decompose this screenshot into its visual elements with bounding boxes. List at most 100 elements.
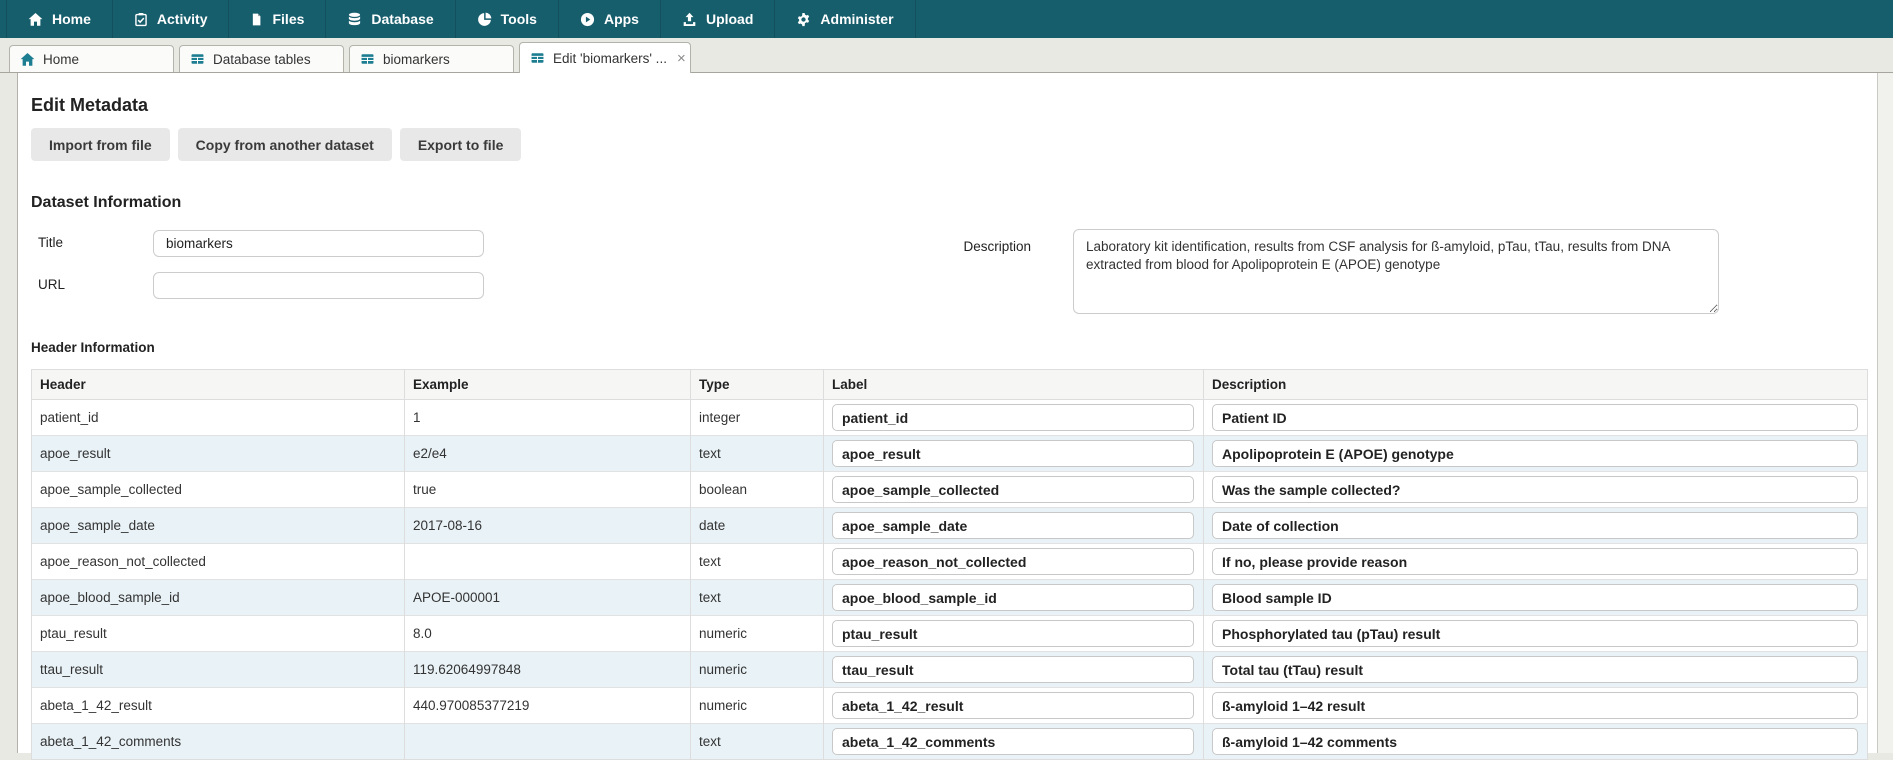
label-input[interactable] [832, 656, 1194, 683]
description-input[interactable] [1212, 476, 1858, 503]
tab-biomarkers[interactable]: biomarkers [349, 45, 514, 72]
nav-item-files[interactable]: Files [229, 0, 326, 38]
description-input[interactable] [1212, 692, 1858, 719]
table-icon [360, 52, 375, 66]
table-icon [190, 52, 205, 66]
type-cell: text [699, 446, 721, 461]
table-row: patient_id1integer [32, 400, 1868, 436]
type-cell: numeric [699, 626, 747, 641]
nav-item-label: Tools [501, 11, 537, 27]
tab-edit-biomarkers[interactable]: Edit 'biomarkers' ...× [519, 42, 691, 73]
table-row: apoe_sample_date 2017-08-16 date [32, 508, 1868, 544]
description-input[interactable] [1212, 548, 1858, 575]
nav-item-label: Administer [820, 11, 893, 27]
example-cell: 1 [413, 410, 421, 425]
gear-icon [796, 12, 811, 27]
example-cell: APOE-000001 [413, 590, 500, 605]
description-input[interactable] [1212, 404, 1858, 431]
nav-item-administer[interactable]: Administer [775, 0, 915, 38]
pie-chart-icon [477, 12, 492, 27]
column-header-example: Example [405, 370, 691, 400]
database-icon [347, 12, 362, 27]
description-label: Description [911, 239, 1031, 254]
scrollbar[interactable] [1877, 73, 1893, 753]
table-row: apoe_sample_collectedtrueboolean [32, 472, 1868, 508]
type-cell: date [699, 518, 725, 533]
nav-item-activity[interactable]: Activity [113, 0, 230, 38]
nav-item-label: Apps [604, 11, 639, 27]
table-row: ttau_result119.62064997848numeric [32, 652, 1868, 688]
label-input[interactable] [832, 512, 1194, 539]
nav-item-home[interactable]: Home [6, 0, 113, 38]
description-input[interactable] [1212, 512, 1858, 539]
header-cell: ttau_result [40, 662, 103, 677]
description-input[interactable] [1212, 620, 1858, 647]
clipboard-check-icon [134, 12, 148, 27]
column-header-type: Type [691, 370, 824, 400]
example-cell: e2/e4 [413, 446, 447, 461]
tab-home[interactable]: Home [9, 45, 174, 72]
label-input[interactable] [832, 692, 1194, 719]
label-input[interactable] [832, 728, 1194, 755]
export-to-file-button[interactable]: Export to file [400, 128, 522, 161]
header-cell: apoe_blood_sample_id [40, 590, 180, 605]
nav-item-label: Home [52, 11, 91, 27]
label-input[interactable] [832, 620, 1194, 647]
nav-item-database[interactable]: Database [326, 0, 455, 38]
label-input[interactable] [832, 548, 1194, 575]
description-input[interactable] [1212, 656, 1858, 683]
header-cell: apoe_reason_not_collected [40, 554, 206, 569]
nav-item-label: Files [272, 11, 304, 27]
title-input[interactable] [153, 230, 484, 257]
description-input[interactable] [1212, 440, 1858, 467]
example-cell: 8.0 [413, 626, 432, 641]
type-cell: boolean [699, 482, 747, 497]
label-input[interactable] [832, 440, 1194, 467]
table-row: apoe_blood_sample_id APOE-000001 text [32, 580, 1868, 616]
play-circle-icon [580, 12, 595, 27]
nav-item-tools[interactable]: Tools [456, 0, 559, 38]
type-cell: numeric [699, 662, 747, 677]
tab-label: Home [43, 52, 79, 67]
label-input[interactable] [832, 584, 1194, 611]
tab-database-tables[interactable]: Database tables [179, 45, 344, 72]
example-cell: 2017-08-16 [413, 518, 482, 533]
description-textarea[interactable]: Laboratory kit identification, results f… [1073, 229, 1719, 314]
header-cell: abeta_1_42_result [40, 698, 152, 713]
title-label: Title [38, 235, 63, 250]
tab-label: biomarkers [383, 52, 450, 67]
nav-item-label: Database [371, 11, 433, 27]
type-cell: text [699, 734, 721, 749]
description-input[interactable] [1212, 584, 1858, 611]
url-label: URL [38, 277, 65, 292]
type-cell: text [699, 554, 721, 569]
main-content: Edit Metadata Import from file Copy from… [17, 73, 1893, 753]
table-row: apoe_reason_not_collected text [32, 544, 1868, 580]
type-cell: text [699, 590, 721, 605]
header-cell: apoe_sample_date [40, 518, 155, 533]
description-input[interactable] [1212, 728, 1858, 755]
tab-label: Database tables [213, 52, 311, 67]
table-body: patient_id1integerapoe_resulte2/e4textap… [32, 400, 1868, 760]
nav-item-upload[interactable]: Upload [661, 0, 775, 38]
column-header-label: Label [824, 370, 1204, 400]
header-cell: apoe_result [40, 446, 111, 461]
table-row: apoe_result e2/e4 text [32, 436, 1868, 472]
url-input[interactable] [153, 272, 484, 299]
header-cell: apoe_sample_collected [40, 482, 182, 497]
table-row: ptau_result8.0numeric [32, 616, 1868, 652]
label-input[interactable] [832, 404, 1194, 431]
close-icon[interactable]: × [675, 51, 688, 66]
nav-item-apps[interactable]: Apps [559, 0, 661, 38]
table-row: abeta_1_42_commentstext [32, 724, 1868, 760]
copy-from-dataset-button[interactable]: Copy from another dataset [178, 128, 392, 161]
metadata-toolbar: Import from file Copy from another datas… [31, 128, 1863, 161]
label-input[interactable] [832, 476, 1194, 503]
table-row: abeta_1_42_result440.970085377219numeric [32, 688, 1868, 724]
import-from-file-button[interactable]: Import from file [31, 128, 170, 161]
type-cell: integer [699, 410, 740, 425]
table-header-row: HeaderExampleTypeLabelDescription [32, 370, 1868, 400]
nav-item-label: Activity [157, 11, 208, 27]
home-icon [20, 52, 35, 67]
upload-icon [682, 12, 697, 27]
